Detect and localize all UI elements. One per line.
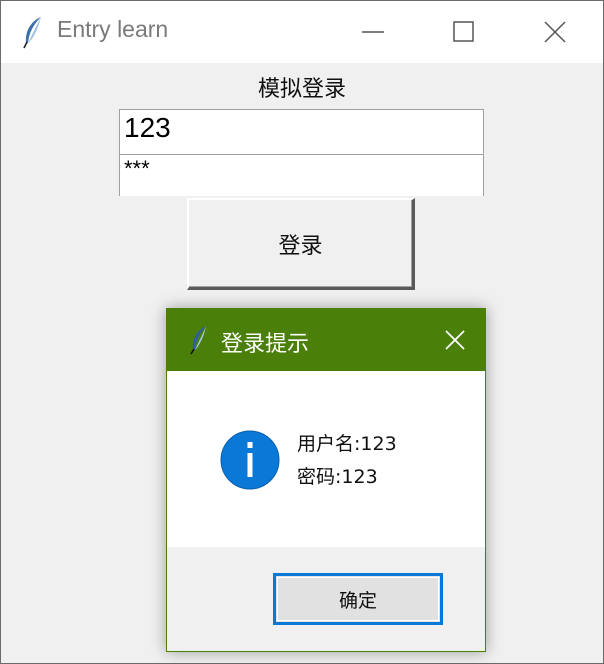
info-dialog: 登录提示 用户名:123 密码:123 确定 xyxy=(166,308,486,652)
dialog-close-button[interactable] xyxy=(425,309,485,371)
maximize-icon xyxy=(453,21,474,42)
maximize-button[interactable] xyxy=(418,1,510,63)
window-title: Entry learn xyxy=(57,16,169,42)
title-bar[interactable]: Entry learn xyxy=(1,1,603,63)
message-password: 密码:123 xyxy=(297,466,378,488)
message-username: 用户名:123 xyxy=(297,433,397,455)
close-button[interactable] xyxy=(509,1,601,63)
username-input[interactable]: 123 xyxy=(119,109,484,155)
login-button[interactable]: 登录 xyxy=(187,198,415,290)
minimize-button[interactable] xyxy=(327,1,419,63)
ok-button-label: 确定 xyxy=(338,589,377,612)
dialog-title-bar[interactable]: 登录提示 xyxy=(167,309,485,371)
info-icon xyxy=(219,429,281,491)
dialog-message-area: 用户名:123 密码:123 xyxy=(167,371,485,547)
feather-icon xyxy=(189,325,209,355)
form-title: 模拟登录 xyxy=(257,77,346,102)
dialog-title: 登录提示 xyxy=(221,332,310,357)
minimize-icon xyxy=(362,31,384,33)
feather-icon xyxy=(21,15,45,49)
close-icon xyxy=(445,330,465,350)
password-input[interactable]: *** xyxy=(119,154,484,196)
close-icon xyxy=(544,21,566,43)
ok-button[interactable]: 确定 xyxy=(273,573,443,625)
